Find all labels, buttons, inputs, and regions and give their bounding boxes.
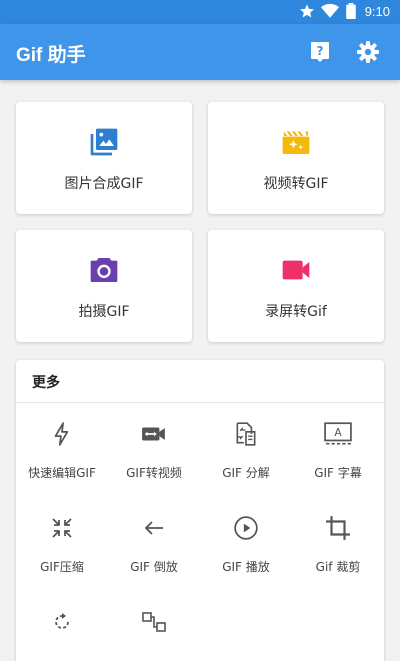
status-bar: 9:10 — [0, 0, 400, 24]
tool-label: GIF 播放 — [222, 560, 270, 574]
card-label: 图片合成GIF — [64, 176, 144, 192]
svg-text:A: A — [334, 426, 342, 439]
subtitle-icon: A — [324, 420, 352, 448]
card-video-to-gif[interactable]: 视频转GIF — [208, 102, 384, 214]
flash-icon — [48, 420, 76, 448]
card-shoot-gif[interactable]: 拍摄GIF — [16, 230, 192, 342]
photo-library-icon — [87, 125, 121, 159]
tool-label: GIF压缩 — [40, 560, 84, 574]
video-swap-icon — [140, 420, 168, 448]
tool-label: 快速编辑GIF — [28, 466, 96, 480]
tool-label: Gif 裁剪 — [315, 560, 361, 574]
crop-icon — [324, 514, 352, 542]
split-icon — [232, 420, 260, 448]
more-section: 更多 快速编辑GIF GIF转视频 GIF 分解 A GIF 字幕 GIF压缩 … — [16, 360, 384, 661]
camera-icon — [87, 253, 121, 287]
link-nodes-icon — [140, 608, 168, 636]
tool-gif-subtitle[interactable]: A GIF 字幕 — [292, 420, 384, 481]
tool-link-nodes[interactable] — [108, 608, 200, 636]
tool-label: GIF 字幕 — [314, 466, 362, 480]
settings-icon — [357, 41, 379, 63]
arrow-back-icon — [140, 514, 168, 542]
play-circle-icon — [232, 514, 260, 542]
more-title: 更多 — [32, 375, 60, 391]
videocam-icon — [279, 253, 313, 287]
tool-label: GIF 倒放 — [130, 560, 178, 574]
compress-icon — [48, 514, 76, 542]
help-button[interactable]: ? — [306, 38, 334, 66]
svg-text:?: ? — [317, 44, 324, 58]
card-label: 视频转GIF — [263, 176, 329, 192]
wifi-icon — [320, 3, 339, 18]
movie-clapper-icon — [279, 125, 313, 159]
divider — [16, 402, 384, 403]
card-images-to-gif[interactable]: 图片合成GIF — [16, 102, 192, 214]
app-bar: Gif 助手 ? — [0, 24, 400, 80]
battery-icon — [345, 3, 356, 19]
tool-gif-reverse[interactable]: GIF 倒放 — [108, 514, 200, 575]
star-icon — [299, 4, 314, 18]
tool-gif-crop[interactable]: Gif 裁剪 — [292, 514, 384, 575]
status-time: 9:10 — [364, 3, 390, 19]
tool-gif-to-video[interactable]: GIF转视频 — [108, 420, 200, 481]
help-icon: ? — [311, 42, 329, 62]
tool-label: GIF 分解 — [222, 466, 270, 480]
settings-button[interactable] — [354, 38, 382, 66]
card-screen-record-to-gif[interactable]: 录屏转Gif — [208, 230, 384, 342]
tool-gif-split[interactable]: GIF 分解 — [200, 420, 292, 481]
tool-label: GIF转视频 — [126, 466, 182, 480]
tool-quick-edit-gif[interactable]: 快速编辑GIF — [16, 420, 108, 481]
tool-rotate[interactable] — [16, 608, 108, 636]
tool-gif-compress[interactable]: GIF压缩 — [16, 514, 108, 575]
rotate-icon — [48, 608, 76, 636]
app-title: Gif 助手 — [16, 45, 86, 66]
status-icons: 9:10 — [299, 3, 390, 19]
card-label: 录屏转Gif — [265, 304, 327, 320]
tool-gif-play[interactable]: GIF 播放 — [200, 514, 292, 575]
card-label: 拍摄GIF — [78, 304, 130, 320]
